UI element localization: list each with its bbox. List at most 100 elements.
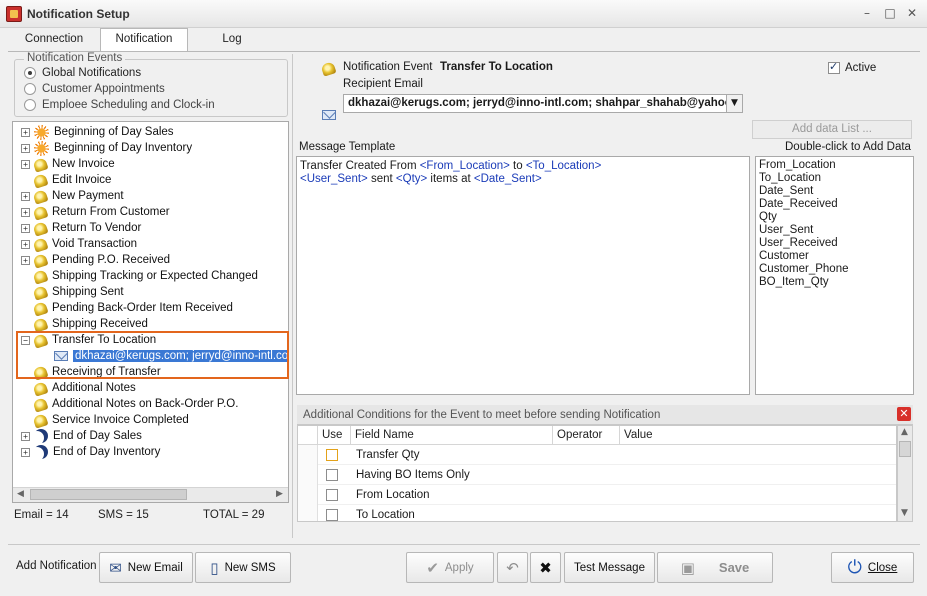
tab-connection[interactable]: Connection [16,30,92,50]
minimize-icon[interactable]: – [860,6,874,20]
row-selector[interactable] [298,485,318,505]
data-fields-list[interactable]: From_Location To_Location Date_Sent Date_Re… [755,156,914,395]
tree-item[interactable]: + Return From Customer [13,204,170,221]
chevron-down-icon[interactable]: ▼ [726,94,743,113]
expand-icon[interactable]: + [21,255,30,265]
expand-icon[interactable]: + [21,143,30,153]
radio-global-notifications[interactable]: Global Notifications [24,65,141,81]
tree-scroll-thumb[interactable] [30,489,187,500]
row-selector[interactable] [298,465,318,485]
column-value[interactable]: Value [620,426,896,445]
tree-item[interactable]: Additional Notes on Back-Order P.O. [13,396,238,413]
radio-icon[interactable] [24,67,36,79]
delete-button[interactable]: ✖ [530,552,561,583]
expand-icon[interactable]: + [21,159,30,169]
phone-icon: ▯ [210,558,219,577]
tree-item[interactable]: Edit Invoice [13,172,111,189]
close-button[interactable]: ⏻ Close [831,552,914,583]
tab-notification[interactable]: Notification [100,28,188,52]
scroll-down-icon[interactable]: ▼ [901,508,908,518]
close-conditions-icon[interactable]: ✕ [897,407,911,421]
new-sms-button[interactable]: ▯ New SMS [195,552,291,583]
expand-icon[interactable]: + [21,223,30,233]
tree-item[interactable]: + Void Transaction [13,236,137,253]
event-tree[interactable]: + Beginning of Day Sales + Beginning of Day… [12,121,289,503]
field-name-cell[interactable]: From Location [356,485,430,505]
expand-icon[interactable]: + [21,447,30,457]
data-field-item[interactable]: Qty [759,211,910,224]
tree-item[interactable]: + Return To Vendor [13,220,141,237]
scroll-left-icon[interactable]: ◀ [17,489,24,499]
use-checkbox[interactable] [326,449,338,461]
field-name-cell[interactable]: To Location [356,505,415,521]
table-row[interactable]: From Location [298,485,896,505]
row-selector[interactable] [298,505,318,521]
new-email-button[interactable]: ✉ New Email [99,552,193,583]
tree-item[interactable]: + End of Day Inventory [13,444,160,460]
test-message-button[interactable]: Test Message [564,552,655,583]
expand-icon[interactable]: + [21,431,30,441]
tree-item[interactable]: Pending Back-Order Item Received [13,300,233,317]
radio-customer-appointments[interactable]: Customer Appointments [24,81,165,97]
tree-item[interactable]: Shipping Tracking or Expected Changed [13,268,258,285]
data-field-item[interactable]: To_Location [759,172,910,185]
tree-item[interactable]: Shipping Received [13,316,148,333]
data-field-item[interactable]: User_Sent [759,224,910,237]
expand-icon[interactable]: + [21,239,30,249]
close-window-icon[interactable]: ✕ [905,6,919,20]
table-row[interactable]: Having BO Items Only [298,465,896,485]
expand-icon[interactable]: + [21,191,30,201]
tree-item[interactable]: + New Invoice [13,156,115,173]
data-field-item[interactable]: Date_Received [759,198,910,211]
apply-button[interactable]: ✔ Apply [406,552,494,583]
message-template-editor[interactable]: Transfer Created From <From_Location> to… [296,156,750,395]
tree-item[interactable]: + New Payment [13,188,124,205]
scroll-up-icon[interactable]: ▲ [901,427,908,437]
data-field-item[interactable]: User_Received [759,237,910,250]
radio-employee-scheduling[interactable]: Emploee Scheduling and Clock-in [24,97,215,113]
conditions-grid[interactable]: Use Field Name Operator Value Transfer Q… [297,425,897,522]
table-row[interactable]: To Location [298,505,896,521]
radio-icon[interactable] [24,83,36,95]
use-cell[interactable] [326,509,338,521]
radio-icon[interactable] [24,99,36,111]
notification-event-label: Notification Event [343,61,433,73]
column-field-name[interactable]: Field Name [351,426,553,445]
active-checkbox[interactable] [828,60,840,74]
use-checkbox[interactable] [326,489,338,501]
tree-item[interactable]: Shipping Sent [13,284,124,301]
data-field-item[interactable]: Date_Sent [759,185,910,198]
expand-icon[interactable]: + [21,127,30,137]
tree-item[interactable]: + Beginning of Day Inventory [13,140,192,156]
conditions-scroll-thumb[interactable] [899,441,911,457]
data-field-item[interactable]: BO_Item_Qty [759,276,910,289]
tree-item[interactable]: + Beginning of Day Sales [13,124,174,140]
scroll-right-icon[interactable]: ▶ [276,489,283,499]
column-operator[interactable]: Operator [553,426,620,445]
row-selector[interactable] [298,445,318,465]
field-name-cell[interactable]: Having BO Items Only [356,465,470,485]
field-name-cell[interactable]: Transfer Qty [356,445,419,465]
save-button[interactable]: ▣ Save [657,552,773,583]
column-use[interactable]: Use [318,426,351,445]
undo-button[interactable]: ↶ [497,552,528,583]
add-data-list-button[interactable]: Add data List ... [752,120,912,139]
expand-icon[interactable]: + [21,207,30,217]
tree-item[interactable]: + Pending P.O. Received [13,252,170,269]
tab-log[interactable]: Log [200,30,264,50]
use-checkbox[interactable] [326,469,338,481]
data-field-item[interactable]: From_Location [759,159,910,172]
data-field-item[interactable]: Customer_Phone [759,263,910,276]
recipient-email-field[interactable]: dkhazai@kerugs.com; jerryd@inno-intl.com… [343,94,727,113]
tree-item-label: New Payment [52,190,124,202]
tree-item[interactable]: + End of Day Sales [13,428,142,444]
tree-item[interactable]: Service Invoice Completed [13,412,189,429]
use-cell[interactable] [326,449,338,461]
use-cell[interactable] [326,489,338,501]
use-cell[interactable] [326,469,338,481]
maximize-icon[interactable]: □ [883,6,897,20]
table-row[interactable]: Transfer Qty [298,445,896,465]
data-field-item[interactable]: Customer [759,250,910,263]
use-checkbox[interactable] [326,509,338,521]
tree-item[interactable]: Additional Notes [13,380,136,397]
